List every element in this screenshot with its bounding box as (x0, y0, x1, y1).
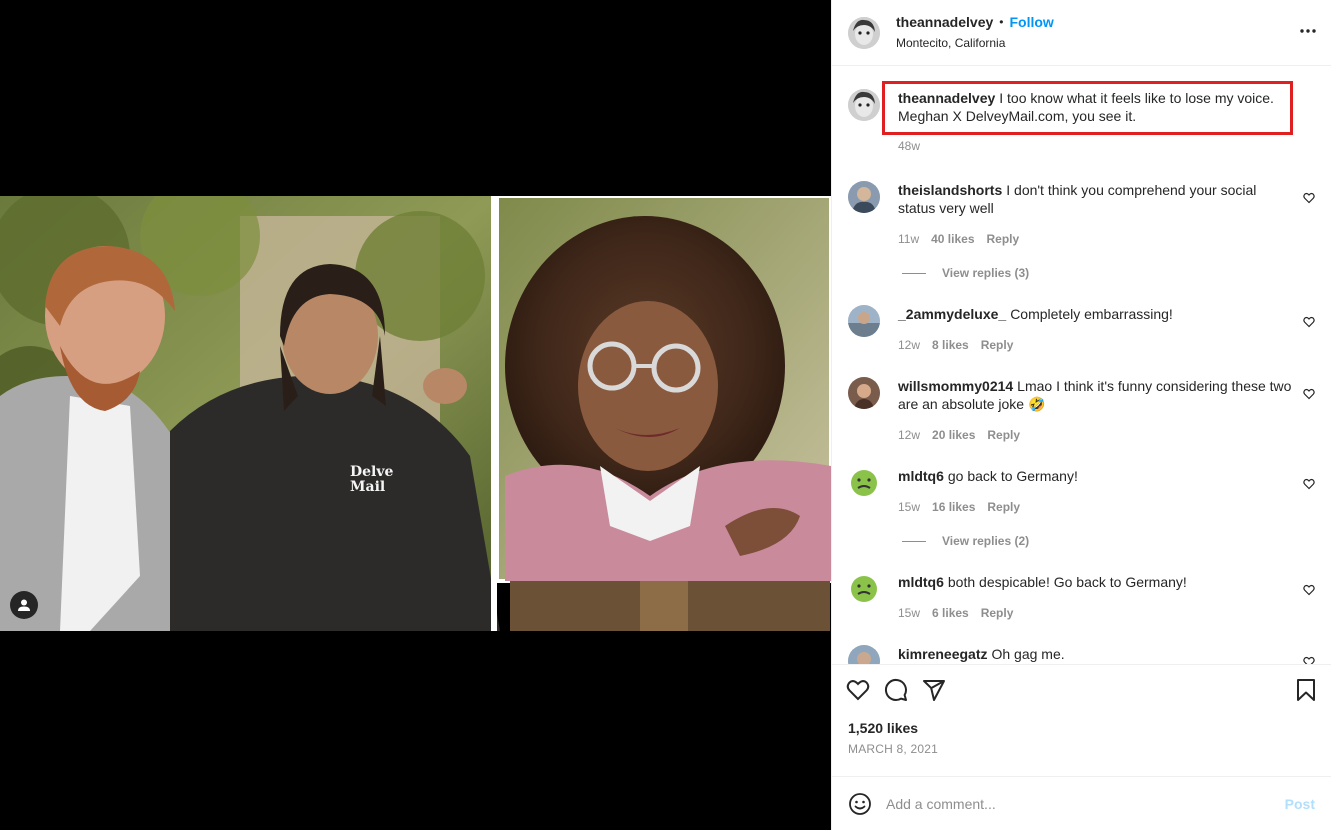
post-sidebar: theannadelvey • Follow Montecito, Califo… (831, 0, 1331, 830)
heart-icon (1303, 584, 1315, 596)
view-replies-button[interactable]: View replies (3) (902, 266, 1029, 280)
heart-icon (1303, 316, 1315, 328)
comment-age[interactable]: 12w (898, 336, 920, 354)
post-photo[interactable]: Delve Mail (0, 196, 831, 631)
comment-item: _2ammydeluxe_ Completely embarrassing! 12… (848, 305, 1315, 354)
post-header: theannadelvey • Follow Montecito, Califo… (832, 0, 1331, 66)
comment-username[interactable]: willsmommy0214 (898, 378, 1013, 394)
replies-line (902, 272, 926, 274)
comment-like-button[interactable] (1303, 583, 1315, 601)
comment-likes[interactable]: 20 likes (932, 426, 975, 444)
heart-icon (846, 679, 870, 700)
hoodie-print-line1: Delve (350, 464, 394, 480)
comment-age[interactable]: 15w (898, 498, 920, 516)
comment-item: kimreneegatz Oh gag me. (848, 645, 1315, 664)
comment-username[interactable]: theislandshorts (898, 182, 1002, 198)
comment-likes[interactable]: 40 likes (931, 230, 974, 248)
more-options-button[interactable] (1299, 22, 1317, 45)
user-tag-icon (18, 599, 30, 611)
heart-icon (1303, 192, 1315, 204)
emoji-button[interactable] (848, 792, 872, 816)
comment-button[interactable] (884, 678, 908, 702)
comment-likes[interactable]: 16 likes (932, 498, 975, 516)
post-date[interactable]: MARCH 8, 2021 (832, 736, 1331, 776)
post-location[interactable]: Montecito, California (896, 36, 1054, 50)
reply-button[interactable]: Reply (987, 426, 1020, 444)
comment-age[interactable]: 15w (898, 604, 920, 622)
comment-icon (884, 678, 907, 701)
add-comment-bar: Post (832, 776, 1331, 830)
comment-username[interactable]: mldtq6 (898, 574, 944, 590)
share-icon (923, 679, 945, 701)
comments-list[interactable]: theannadelvey I too know what it feels li… (832, 66, 1331, 664)
user-tag-button[interactable] (10, 591, 38, 619)
comment-like-button[interactable] (1303, 477, 1315, 495)
like-count[interactable]: 1,520 likes (832, 714, 1331, 736)
action-bar (832, 664, 1331, 714)
bookmark-icon (1297, 679, 1315, 701)
comment-avatar[interactable] (848, 467, 880, 499)
view-replies-label: View replies (3) (942, 266, 1030, 280)
comment-age[interactable]: 12w (898, 426, 920, 444)
comment-age[interactable]: 11w (898, 230, 919, 248)
reply-button[interactable]: Reply (981, 336, 1014, 354)
save-button[interactable] (1295, 678, 1317, 707)
share-button[interactable] (922, 678, 946, 702)
add-comment-input[interactable] (886, 795, 1285, 812)
view-replies-label: View replies (2) (942, 534, 1030, 548)
comment-username[interactable]: _2ammydeluxe_ (898, 306, 1006, 322)
post-comment-button[interactable]: Post (1285, 796, 1315, 812)
post-media: Delve Mail (0, 0, 831, 830)
reply-button[interactable]: Reply (987, 230, 1020, 248)
separator-dot: • (999, 14, 1004, 29)
comment-text: Completely embarrassing! (1010, 306, 1173, 322)
comment-like-button[interactable] (1303, 655, 1315, 664)
replies-line (902, 540, 926, 542)
comment-avatar[interactable] (848, 573, 880, 605)
heart-icon (1303, 388, 1315, 400)
comment-avatar[interactable] (848, 645, 880, 664)
comment-avatar[interactable] (848, 377, 880, 409)
comment-likes[interactable]: 8 likes (932, 336, 969, 354)
comment-like-button[interactable] (1303, 387, 1315, 405)
comment-like-button[interactable] (1303, 191, 1315, 209)
nauseated-face-icon (851, 470, 877, 496)
hoodie-print-line2: Mail (350, 479, 385, 495)
caption-age[interactable]: 48w (898, 137, 920, 155)
nauseated-face-icon (851, 576, 877, 602)
comment-item: mldtq6 both despicable! Go back to German… (848, 573, 1315, 622)
caption-highlight-box (882, 81, 1293, 135)
follow-button[interactable]: Follow (1009, 14, 1053, 30)
comment-item: mldtq6 go back to Germany! 15w 16 likes Rep… (848, 467, 1315, 516)
heart-icon (1303, 478, 1315, 490)
reply-button[interactable]: Reply (981, 604, 1014, 622)
caption-avatar[interactable] (848, 89, 880, 121)
post-dialog: Delve Mail theannadelvey • Follow Montec… (0, 0, 1331, 830)
comment-text: Oh gag me. (991, 646, 1065, 662)
comment-username[interactable]: mldtq6 (898, 468, 944, 484)
reply-button[interactable]: Reply (987, 498, 1020, 516)
comment-text: both despicable! Go back to Germany! (947, 574, 1187, 590)
comment-avatar[interactable] (848, 305, 880, 337)
author-username[interactable]: theannadelvey (896, 14, 993, 30)
comment-avatar[interactable] (848, 181, 880, 213)
comment-username[interactable]: kimreneegatz (898, 646, 987, 662)
comment-text: go back to Germany! (947, 468, 1078, 484)
comment-like-button[interactable] (1303, 315, 1315, 333)
emoji-icon (849, 792, 871, 815)
comment-item: willsmommy0214 Lmao I think it's funny co… (848, 377, 1315, 444)
author-avatar[interactable] (848, 16, 880, 49)
comment-item: theislandshorts I don't think you compreh… (848, 181, 1315, 248)
heart-icon (1303, 656, 1315, 664)
more-icon (1300, 29, 1316, 33)
like-button[interactable] (846, 678, 870, 702)
comment-likes[interactable]: 6 likes (932, 604, 969, 622)
view-replies-button[interactable]: View replies (2) (902, 534, 1029, 548)
